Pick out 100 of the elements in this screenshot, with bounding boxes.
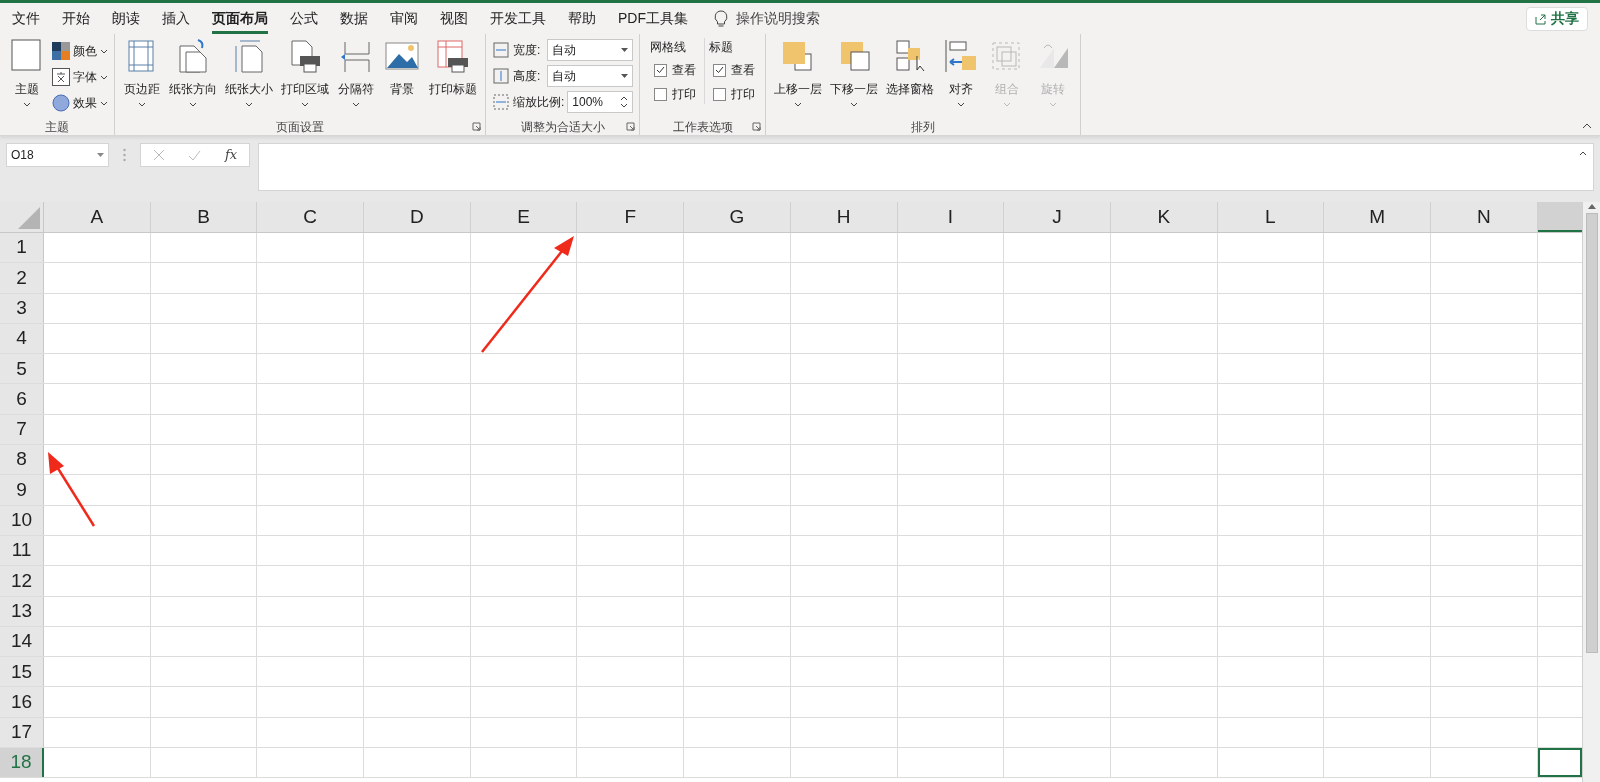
row-header[interactable]: 15 — [0, 657, 44, 687]
column-header[interactable]: K — [1110, 202, 1218, 232]
column-header[interactable]: A — [44, 202, 151, 232]
ribbon-tab[interactable]: 朗读 — [112, 3, 140, 34]
check-icon[interactable] — [188, 149, 202, 161]
ribbon-menu-button[interactable]: 字体 — [52, 66, 108, 88]
ribbon-tab[interactable]: 文件 — [12, 3, 40, 34]
ribbon-button[interactable]: 分隔符 — [335, 38, 377, 107]
name-box[interactable]: O18 — [6, 143, 109, 167]
insert-function-button[interactable]: fx — [225, 145, 238, 165]
ribbon-button[interactable]: 主题 — [6, 38, 48, 107]
ribbon-button[interactable]: 选择窗格 — [884, 38, 937, 98]
ribbon-button[interactable]: 打印标题 — [427, 38, 479, 98]
group-label: 主题 — [45, 119, 69, 134]
column-header[interactable]: N — [1430, 202, 1538, 232]
checkbox[interactable] — [654, 63, 668, 77]
dropdown-field[interactable]: 自动 — [547, 39, 634, 61]
ribbon-button[interactable]: 纸张方向 — [167, 38, 219, 107]
column-header[interactable]: E — [470, 202, 578, 232]
ribbon-button[interactable]: 对齐 — [940, 38, 983, 107]
row-header[interactable]: 18 — [0, 748, 44, 778]
ribbon-tab[interactable]: 帮助 — [568, 3, 596, 34]
column-header[interactable]: L — [1217, 202, 1325, 232]
ribbon-tab[interactable]: 公式 — [290, 3, 318, 34]
dropdown-arrow-icon[interactable] — [621, 48, 629, 52]
grip-dots-icon — [123, 148, 126, 162]
collapse-ribbon-icon[interactable] — [1582, 123, 1592, 129]
group-label: 工作表选项 — [672, 119, 733, 134]
checkbox[interactable] — [654, 87, 668, 101]
ribbon-tab[interactable]: 数据 — [340, 3, 368, 34]
ribbon-tab[interactable]: 视图 — [440, 3, 468, 34]
ribbon-tab[interactable]: 插入 — [162, 3, 190, 34]
ribbon-button[interactable]: 页边距 — [121, 38, 163, 107]
caret-icon — [138, 102, 146, 107]
ribbon-menu-button[interactable]: 效果 — [52, 92, 108, 114]
row-header[interactable]: 13 — [0, 596, 44, 626]
field-label: 缩放比例: — [513, 94, 565, 111]
ribbon-tab[interactable]: PDF工具集 — [618, 3, 688, 34]
row-header[interactable]: 12 — [0, 566, 44, 596]
scroll-up-arrow-icon[interactable] — [1587, 204, 1596, 209]
ribbon-menu-button[interactable]: 颜色 — [52, 40, 108, 62]
column-header[interactable]: D — [364, 202, 471, 232]
row-header[interactable]: 14 — [0, 626, 44, 657]
spinner-arrows-icon[interactable] — [620, 95, 629, 109]
column-header[interactable]: M — [1324, 202, 1431, 232]
ribbon-button[interactable]: 打印区域 — [279, 38, 331, 107]
column-header[interactable]: J — [1004, 202, 1111, 232]
column-header[interactable]: H — [790, 202, 898, 232]
checkbox[interactable] — [713, 87, 727, 101]
tell-me-search-field[interactable]: 操作说明搜索 — [736, 8, 896, 29]
caret-icon — [850, 102, 859, 107]
checkbox-label: 查看 — [731, 62, 756, 79]
collapse-icon[interactable] — [1579, 151, 1587, 156]
checkbox-label: 查看 — [672, 62, 697, 79]
dialog-launcher-icon[interactable] — [626, 122, 636, 131]
ribbon-tab[interactable]: 开始 — [62, 3, 90, 34]
ribbon-button[interactable]: 下移一层 — [828, 38, 881, 107]
column-header[interactable]: B — [150, 202, 258, 232]
ribbon-tab[interactable]: 审阅 — [390, 3, 418, 34]
column-header[interactable]: F — [577, 202, 685, 232]
formula-input-field[interactable] — [258, 143, 1594, 191]
row-header[interactable]: 2 — [0, 263, 44, 293]
dialog-launcher-icon[interactable] — [472, 122, 481, 131]
font-icon — [52, 68, 70, 86]
ribbon-button[interactable]: 背景 — [381, 38, 423, 98]
dialog-launcher-icon[interactable] — [752, 122, 762, 131]
row-header[interactable]: 17 — [0, 717, 44, 748]
row-header[interactable]: 1 — [0, 233, 44, 263]
caret-icon — [352, 102, 360, 107]
row-header[interactable]: 11 — [0, 535, 44, 566]
column-header[interactable] — [1537, 202, 1582, 232]
caret-icon — [1003, 102, 1012, 107]
row-header[interactable]: 6 — [0, 384, 44, 414]
dropdown-arrow-icon[interactable] — [621, 74, 629, 78]
row-header[interactable]: 7 — [0, 414, 44, 445]
dropdown-field[interactable]: 自动 — [547, 65, 634, 87]
ribbon-tab[interactable]: 开发工具 — [490, 3, 546, 34]
caret-icon — [245, 102, 253, 107]
row-header[interactable]: 5 — [0, 354, 44, 384]
checkbox-label: 打印 — [672, 86, 697, 103]
spinner-field[interactable]: 100% — [567, 91, 634, 113]
vertical-scrollbar[interactable] — [1582, 202, 1600, 782]
row-header[interactable]: 4 — [0, 323, 44, 354]
column-header[interactable]: G — [684, 202, 791, 232]
row-header[interactable]: 8 — [0, 445, 44, 475]
column-header[interactable]: I — [897, 202, 1005, 232]
row-header[interactable]: 16 — [0, 687, 44, 717]
ribbon-button[interactable]: 纸张大小 — [223, 38, 275, 107]
checkbox[interactable] — [713, 63, 727, 77]
column-header[interactable]: C — [257, 202, 365, 232]
share-button[interactable]: 共享 — [1526, 6, 1588, 31]
ribbon-button[interactable]: 上移一层 — [772, 38, 825, 107]
check-icon — [715, 66, 725, 74]
row-header[interactable]: 10 — [0, 505, 44, 535]
field-label: 宽度: — [513, 42, 541, 59]
selected-cell[interactable] — [1537, 748, 1582, 778]
row-header[interactable]: 3 — [0, 293, 44, 323]
row-header[interactable]: 9 — [0, 475, 44, 505]
field-label: 高度: — [513, 68, 541, 85]
caret-icon — [957, 102, 966, 107]
